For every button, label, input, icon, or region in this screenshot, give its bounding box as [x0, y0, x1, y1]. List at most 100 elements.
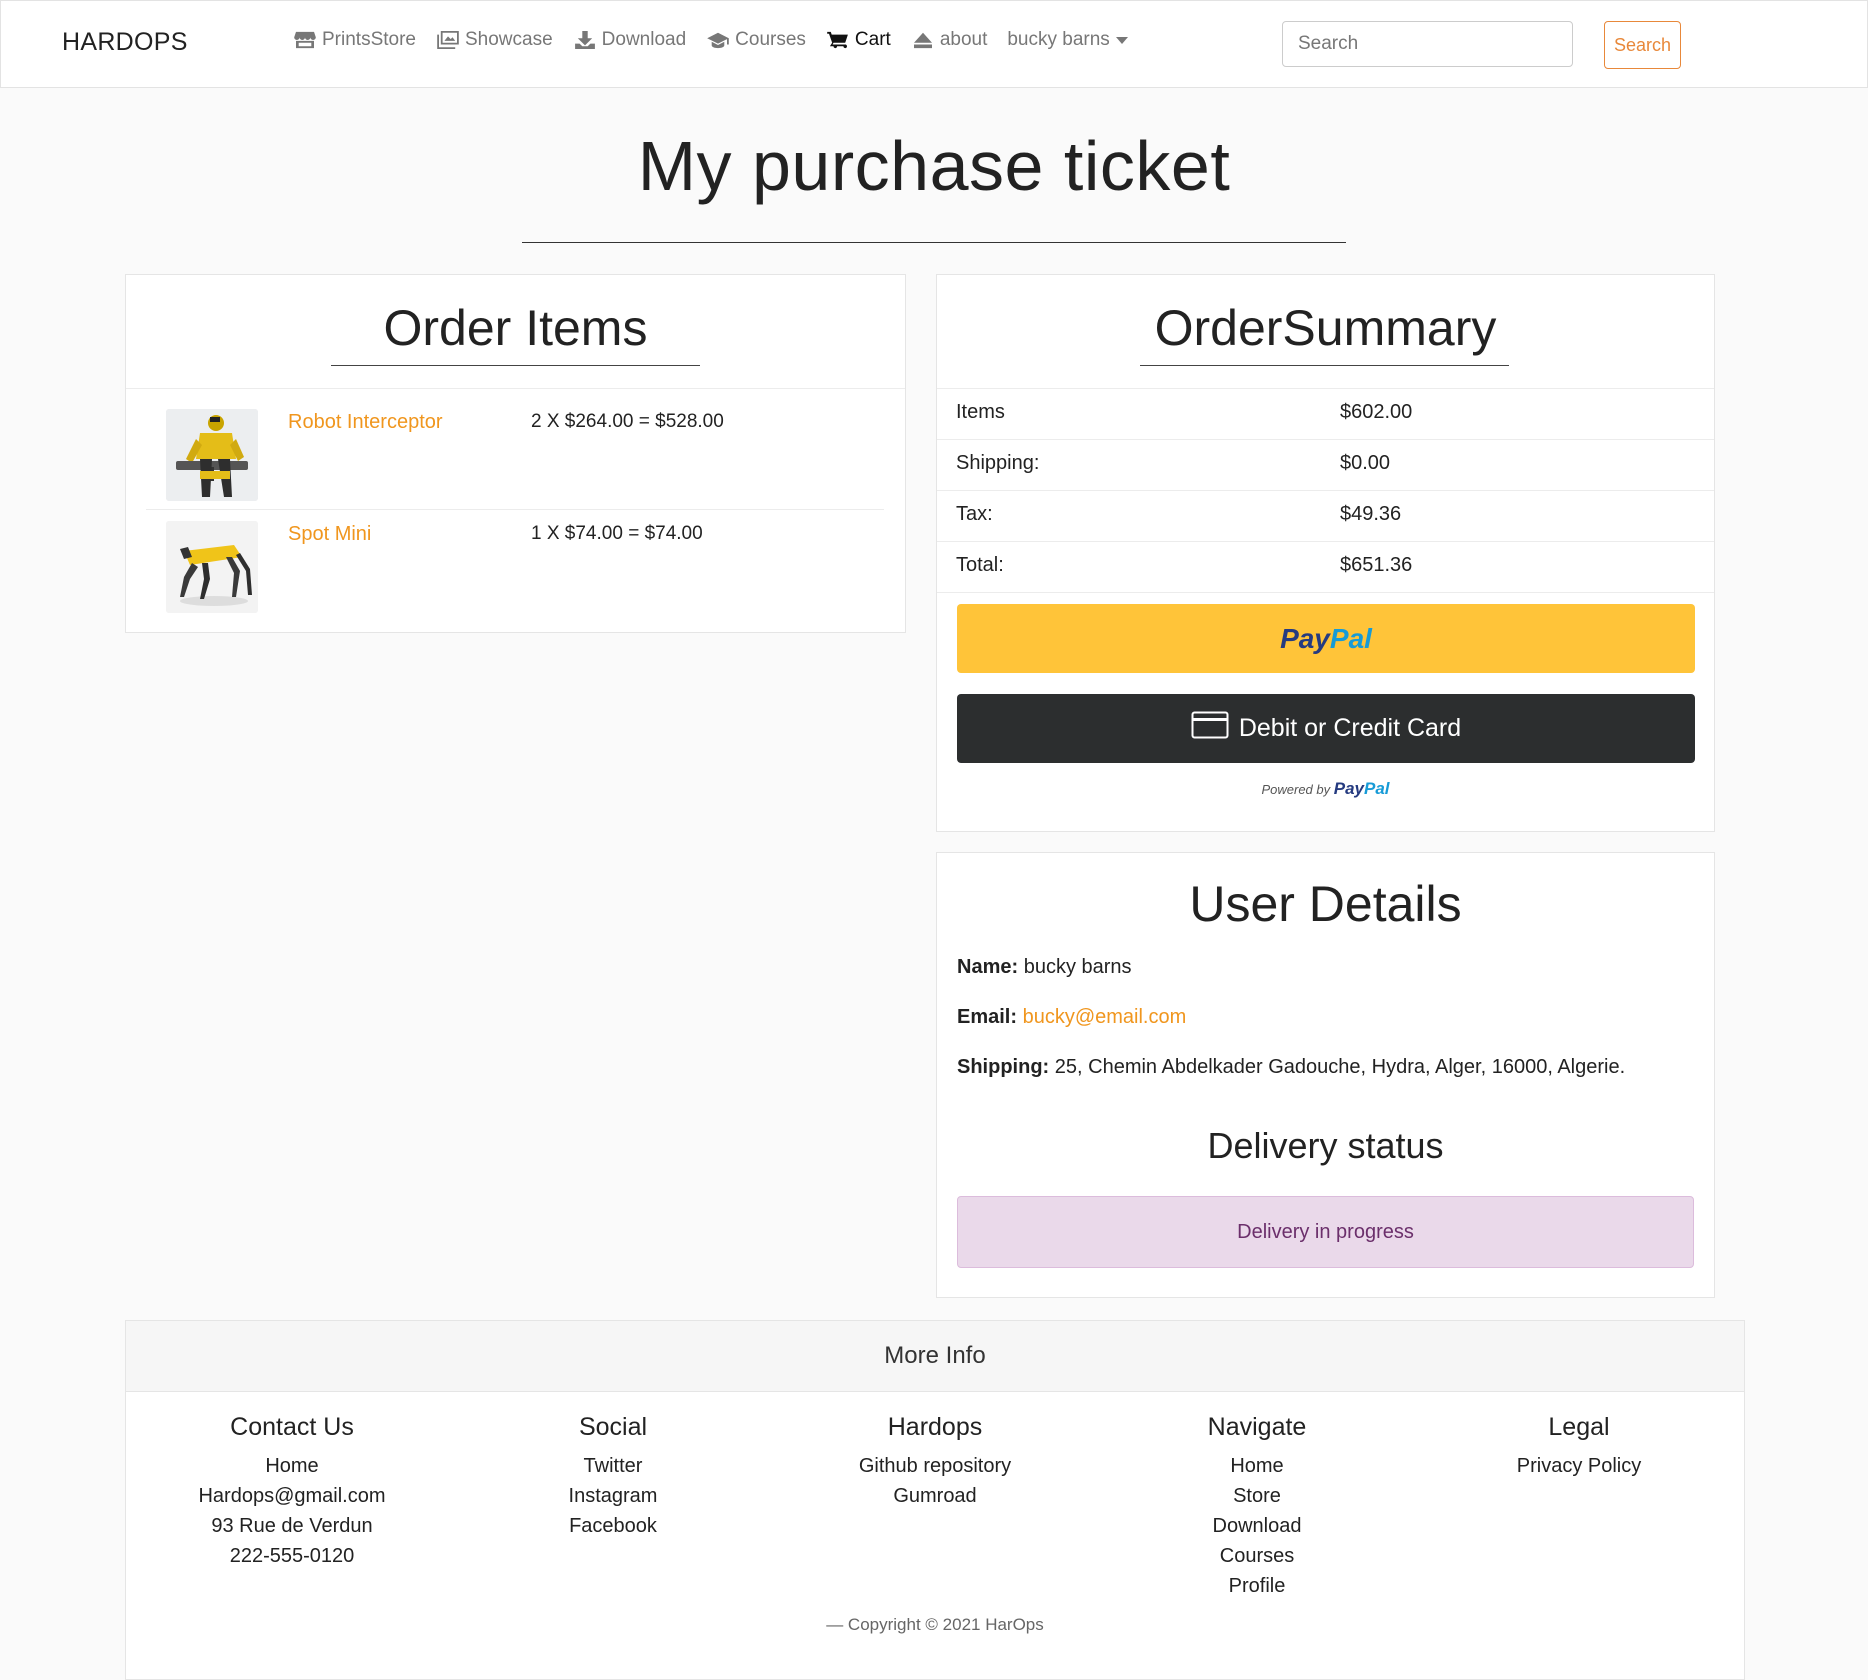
delivery-status-badge: Delivery in progress — [957, 1196, 1694, 1268]
summary-items-value: $602.00 — [1340, 401, 1413, 423]
summary-total-value: $651.36 — [1340, 554, 1413, 576]
divider — [126, 388, 905, 389]
order-summary-card: OrderSummary Items $602.00 Shipping: $0.… — [936, 274, 1715, 832]
user-shipping-line: Shipping: 25, Chemin Abdelkader Gadouche… — [957, 1056, 1625, 1079]
order-summary-title: OrderSummary — [1154, 300, 1497, 356]
user-menu-label: bucky barns — [1007, 29, 1110, 50]
summary-shipping-label: Shipping: — [956, 452, 1040, 474]
nav-label: PrintsStore — [322, 29, 416, 50]
search-input[interactable]: Search — [1282, 21, 1573, 67]
product-image-spot-mini[interactable] — [166, 521, 258, 613]
graduation-cap-icon — [706, 30, 730, 50]
footer-link[interactable]: Privacy Policy — [1429, 1451, 1729, 1481]
title-underline — [331, 365, 700, 366]
user-email-line: Email: bucky@email.com — [957, 1006, 1186, 1029]
eject-icon — [911, 30, 935, 50]
footer-link[interactable]: Github repository — [785, 1451, 1085, 1481]
divider — [937, 388, 1714, 389]
product-link[interactable]: Robot Interceptor — [288, 411, 443, 434]
title-divider — [522, 242, 1346, 243]
shipping-label: Shipping: — [957, 1056, 1050, 1078]
footer: More Info Contact Us Home Hardops@gmail.… — [125, 1320, 1745, 1680]
footer-link[interactable]: Profile — [1107, 1571, 1407, 1601]
footer-link: 93 Rue de Verdun — [211, 1515, 373, 1537]
nav-label: Cart — [854, 29, 891, 50]
summary-items-label: Items — [956, 401, 1005, 423]
product-link[interactable]: Spot Mini — [288, 523, 371, 546]
copyright: — Copyright © 2021 HarOps — [826, 1615, 1044, 1634]
paypal-button[interactable]: PayPal — [957, 604, 1695, 673]
brand-logo[interactable]: HARDOPS — [62, 28, 188, 57]
footer-link: 222-555-0120 — [229, 1545, 355, 1567]
nav-item-cart[interactable]: Cart — [826, 29, 891, 51]
product-price-line: 2 X $264.00 = $528.00 — [531, 411, 724, 432]
store-icon — [293, 30, 317, 50]
footer-column-legal: Legal Privacy Policy — [1429, 1409, 1729, 1481]
user-details-card: User Details Name: bucky barns Email: bu… — [936, 852, 1715, 1298]
main-nav: PrintsStore Showcase Download Courses Ca… — [293, 29, 1148, 51]
divider — [937, 541, 1714, 542]
name-label: Name: — [957, 956, 1019, 978]
search-button[interactable]: Search — [1604, 21, 1681, 69]
shipping-address: 25, Chemin Abdelkader Gadouche, Hydra, A… — [1054, 1056, 1626, 1078]
summary-tax-label: Tax: — [956, 503, 993, 525]
footer-link[interactable]: Facebook — [463, 1511, 763, 1541]
paypal-logo-part: Pay — [1333, 779, 1364, 798]
nav-item-courses[interactable]: Courses — [706, 29, 806, 51]
footer-link[interactable]: Instagram — [463, 1481, 763, 1511]
delivery-status-title: Delivery status — [1207, 1125, 1444, 1166]
divider — [937, 439, 1714, 440]
card-button-label: Debit or Credit Card — [1238, 714, 1462, 742]
email-link[interactable]: bucky@email.com — [1023, 1006, 1187, 1028]
paypal-logo-part: Pay — [1280, 623, 1330, 654]
nav-item-printsstore[interactable]: PrintsStore — [293, 29, 416, 51]
footer-heading: Contact Us — [230, 1413, 354, 1441]
nav-label: Showcase — [464, 29, 553, 50]
images-icon — [436, 30, 460, 50]
user-menu-dropdown[interactable]: bucky barns — [1007, 29, 1128, 51]
chevron-down-icon — [1115, 36, 1128, 44]
footer-link[interactable]: Home — [142, 1451, 442, 1481]
footer-link[interactable]: Store — [1107, 1481, 1407, 1511]
footer-column-contact: Contact Us Home Hardops@gmail.com 93 Rue… — [142, 1409, 442, 1571]
powered-by-paypal: Powered by PayPal — [937, 779, 1714, 799]
summary-shipping-value: $0.00 — [1340, 452, 1391, 474]
product-image-robot-interceptor[interactable] — [166, 409, 258, 501]
paypal-logo-part: Pal — [1364, 779, 1390, 798]
nav-label: about — [939, 29, 988, 50]
footer-heading: Legal — [1548, 1413, 1610, 1441]
footer-link[interactable]: Twitter — [463, 1451, 763, 1481]
footer-link[interactable]: Home — [1107, 1451, 1407, 1481]
footer-column-navigate: Navigate Home Store Download Courses Pro… — [1107, 1409, 1407, 1601]
download-icon — [573, 30, 597, 50]
debit-credit-card-button[interactable]: Debit or Credit Card — [957, 694, 1695, 763]
footer-link[interactable]: Hardops@gmail.com — [142, 1481, 442, 1511]
divider — [937, 592, 1714, 593]
credit-card-icon — [1191, 711, 1239, 746]
nav-label: Download — [601, 29, 687, 50]
powered-by-label: Powered by — [1261, 782, 1331, 797]
footer-link[interactable]: Download — [1107, 1511, 1407, 1541]
nav-item-about[interactable]: about — [911, 29, 988, 51]
cart-icon — [826, 30, 850, 50]
title-underline — [1140, 365, 1509, 366]
summary-tax-value: $49.36 — [1340, 503, 1402, 525]
user-name: bucky barns — [1023, 956, 1132, 978]
user-details-title: User Details — [1189, 876, 1462, 932]
order-items-card: Order Items Robot Interceptor 2 X $264.0… — [125, 274, 906, 633]
footer-heading: Social — [578, 1413, 648, 1441]
summary-total-label: Total: — [956, 554, 1004, 576]
footer-column-social: Social Twitter Instagram Facebook — [463, 1409, 763, 1541]
nav-item-download[interactable]: Download — [573, 29, 687, 51]
footer-link[interactable]: Courses — [1107, 1541, 1407, 1571]
email-label: Email: — [957, 1006, 1018, 1028]
product-price-line: 1 X $74.00 = $74.00 — [531, 523, 703, 544]
footer-heading: Navigate — [1207, 1413, 1307, 1441]
footer-column-hardops: Hardops Github repository Gumroad — [785, 1409, 1085, 1511]
divider — [937, 490, 1714, 491]
nav-item-showcase[interactable]: Showcase — [436, 29, 553, 51]
divider — [146, 509, 884, 510]
order-items-title: Order Items — [383, 300, 648, 356]
footer-link[interactable]: Gumroad — [785, 1481, 1085, 1511]
user-name-line: Name: bucky barns — [957, 956, 1132, 979]
